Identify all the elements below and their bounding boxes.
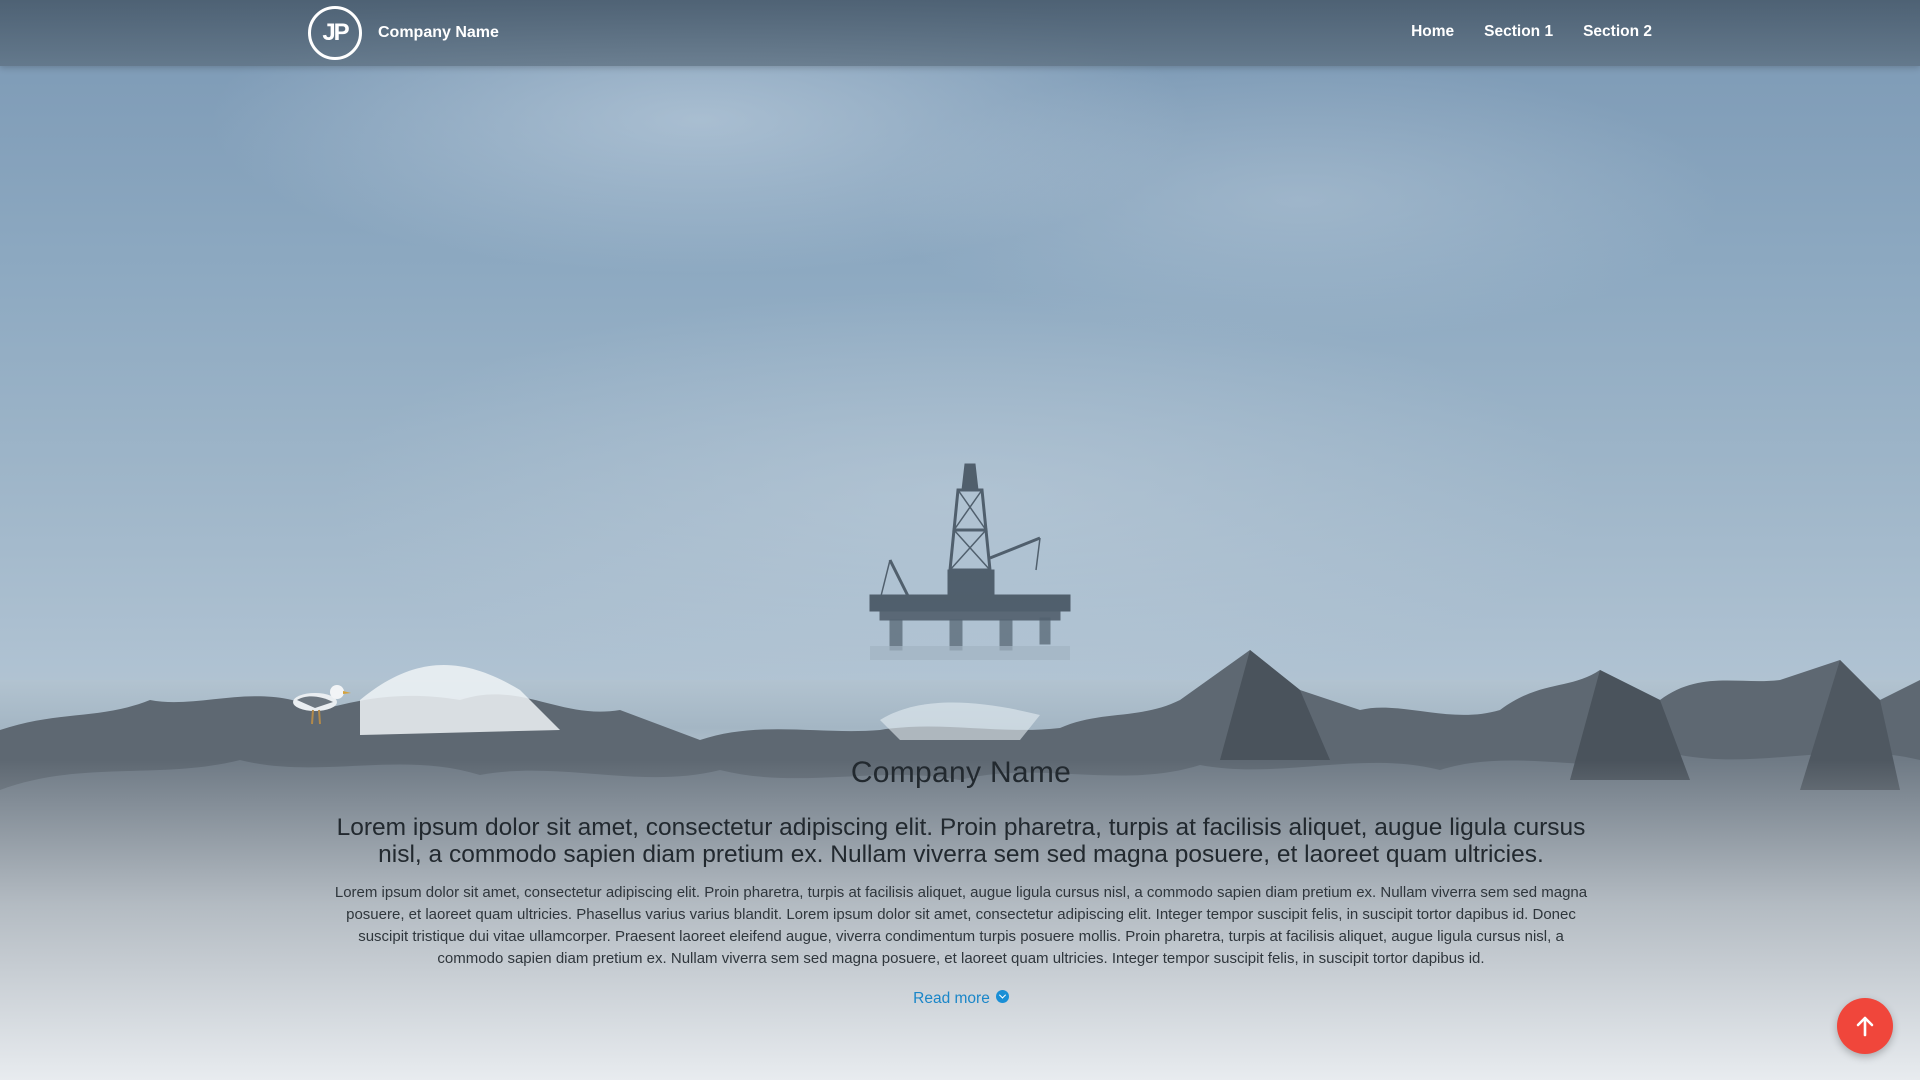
read-more-label: Read more [913,990,990,1007]
brand-link[interactable]: JP Company Name [308,5,499,61]
hero-lead-text: Lorem ipsum dolor sit amet, consectetur … [336,814,1586,868]
hero-title: Company Name [850,756,1072,789]
arrow-up-icon [1856,1016,1874,1037]
back-to-top-button[interactable] [1837,998,1893,1054]
company-logo: JP [308,6,362,60]
nav-link-section-2[interactable]: Section 2 [1583,23,1652,41]
brand-name: Company Name [378,24,499,41]
nav-links: Home Section 1 Section 2 [1411,0,1652,63]
read-more-link[interactable]: Read more [913,989,1009,1008]
top-navbar: JP Company Name Home Section 1 Section 2 [0,0,1920,66]
chevron-down-circle-icon [995,989,1009,1003]
hero-body-text: Lorem ipsum dolor sit amet, consectetur … [334,884,1588,967]
nav-link-section-1[interactable]: Section 1 [1484,23,1553,41]
logo-text: JP [322,19,349,46]
hero-content: Company Name Lorem ipsum dolor sit amet,… [320,756,1602,1008]
seagull-image [293,685,351,725]
nav-link-home[interactable]: Home [1411,23,1454,41]
oil-rig-image [869,463,1071,660]
